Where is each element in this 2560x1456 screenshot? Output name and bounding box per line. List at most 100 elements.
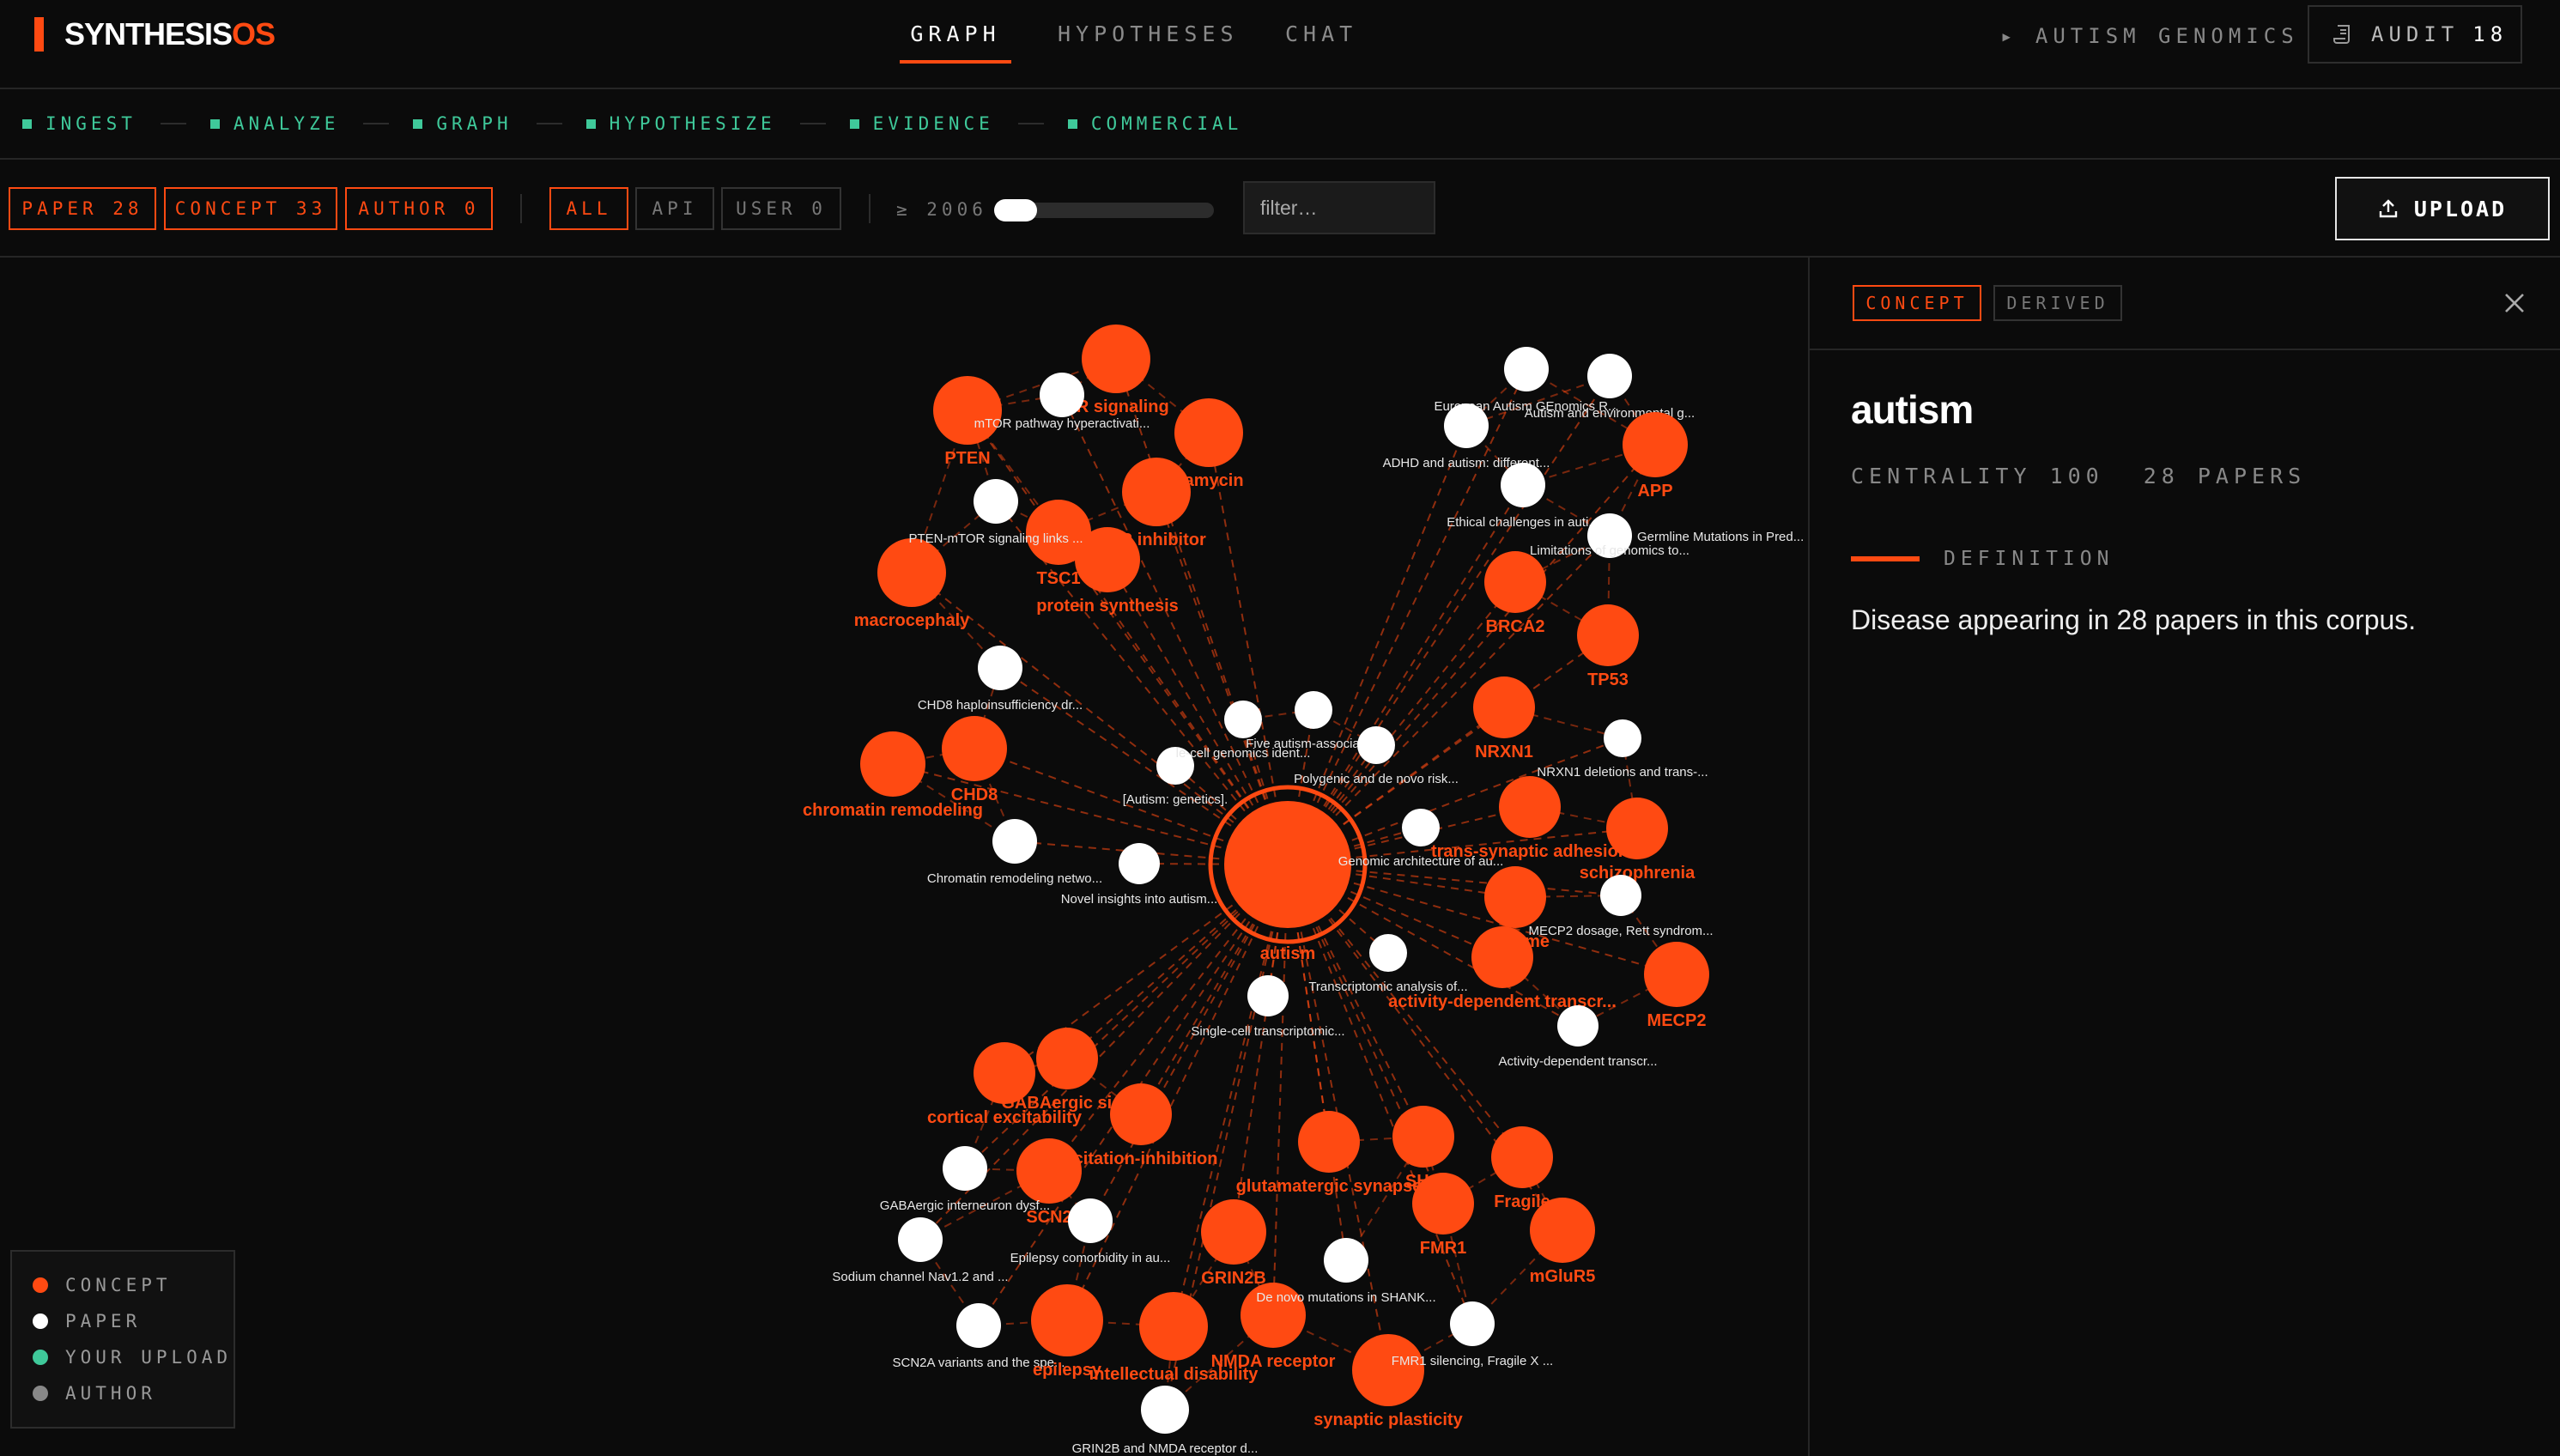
node-circle bbox=[1606, 798, 1668, 859]
graph-node-p_nrxn1[interactable]: NRXN1 deletions and trans-... bbox=[1537, 719, 1708, 780]
tab-graph[interactable]: GRAPH bbox=[900, 17, 1011, 64]
stage-evidence[interactable]: EVIDENCE bbox=[849, 113, 1068, 134]
node-label: CHD8 haploinsufficiency dr... bbox=[918, 698, 1083, 713]
graph-node-nrxn1[interactable]: NRXN1 bbox=[1473, 676, 1535, 761]
tag-derived[interactable]: DERIVED bbox=[1993, 285, 2122, 321]
node-label: [Autism: genetics]. bbox=[1123, 792, 1228, 807]
node-circle bbox=[1557, 1005, 1598, 1046]
graph-node-fmr1[interactable]: FMR1 bbox=[1412, 1173, 1474, 1258]
audit-button[interactable]: AUDIT 18 bbox=[2308, 5, 2522, 64]
tab-hypotheses[interactable]: HYPOTHESES bbox=[1058, 17, 1239, 64]
node-label: Ethical challenges in auti... bbox=[1447, 515, 1599, 530]
node-circle bbox=[1082, 325, 1150, 393]
node-circle bbox=[1587, 354, 1632, 398]
app-logo[interactable]: SYNTHESISOS bbox=[34, 16, 276, 52]
node-circle bbox=[1139, 1292, 1208, 1361]
graph-node-p_denovo[interactable]: De novo mutations in SHANK... bbox=[1256, 1238, 1436, 1305]
graph-node-p_actdep[interactable]: Activity-dependent transcr... bbox=[1498, 1005, 1658, 1069]
panel-meta: CENTRALITY 100 28 PAPERS bbox=[1851, 464, 2345, 488]
node-circle bbox=[943, 1146, 987, 1191]
filter-paper-chip[interactable]: PAPER 28 bbox=[9, 187, 156, 230]
graph-node-autism[interactable]: autism bbox=[1208, 785, 1368, 963]
tab-chat[interactable]: CHAT bbox=[1285, 17, 1357, 64]
graph-node-p_transc[interactable]: Transcriptomic analysis of... bbox=[1308, 934, 1468, 994]
graph-node-p_scn[interactable]: Sodium channel Nav1.2 and ... bbox=[832, 1217, 1009, 1284]
filter-concept-chip[interactable]: CONCEPT 33 bbox=[164, 187, 337, 230]
graph-node-mecp2[interactable]: MECP2 bbox=[1644, 942, 1709, 1030]
stage-connector bbox=[160, 123, 186, 124]
stage-analyze[interactable]: ANALYZE bbox=[209, 113, 414, 134]
graph-svg[interactable]: autismPTENOR signalingpamycinOR inhibito… bbox=[0, 258, 1808, 1456]
tag-concept[interactable]: CONCEPT bbox=[1853, 285, 1981, 321]
stage-indicator bbox=[413, 118, 423, 129]
graph-node-transsyn[interactable]: trans-synaptic adhesion bbox=[1431, 776, 1629, 861]
project-selector[interactable]: ▸ AUTISM GENOMICS bbox=[2000, 19, 2299, 53]
upload-button[interactable]: UPLOAD bbox=[2335, 177, 2550, 240]
node-label: APP bbox=[1637, 482, 1672, 500]
node-label: FMR1 silencing, Fragile X ... bbox=[1392, 1354, 1553, 1368]
node-circle bbox=[1484, 866, 1546, 928]
paper-count: 28 PAPERS bbox=[2143, 464, 2307, 488]
source-api-chip[interactable]: API bbox=[635, 187, 714, 230]
graph-node-schizo[interactable]: schizophrenia bbox=[1580, 798, 1696, 883]
graph-node-p_mecp2[interactable]: MECP2 dosage, Rett syndrom... bbox=[1528, 875, 1714, 938]
graph-node-glut[interactable]: glutamatergic synapse bbox=[1236, 1111, 1423, 1196]
node-circle bbox=[1295, 691, 1332, 729]
node-label: NRXN1 bbox=[1475, 743, 1533, 761]
node-circle bbox=[1604, 719, 1641, 757]
year-slider-handle[interactable] bbox=[994, 199, 1037, 221]
graph-node-p_grin[interactable]: GRIN2B and NMDA receptor d... bbox=[1072, 1386, 1259, 1456]
stage-hypothesize[interactable]: HYPOTHESIZE bbox=[585, 113, 850, 134]
graph-node-grin2b[interactable]: GRIN2B bbox=[1201, 1199, 1266, 1288]
node-circle bbox=[1577, 604, 1639, 666]
year-slider[interactable] bbox=[994, 199, 1214, 221]
panel-header: CONCEPT DERIVED bbox=[1810, 258, 2560, 350]
source-all-chip[interactable]: ALL bbox=[549, 187, 628, 230]
node-circle bbox=[1110, 1083, 1172, 1145]
close-icon[interactable] bbox=[2502, 290, 2527, 316]
graph-node-brca2[interactable]: BRCA2 bbox=[1484, 551, 1546, 636]
graph-node-tp53[interactable]: TP53 bbox=[1577, 604, 1639, 689]
stage-commercial[interactable]: COMMERCIAL bbox=[1067, 113, 1242, 134]
graph-node-fragile[interactable]: Fragile bbox=[1491, 1126, 1553, 1211]
node-circle bbox=[1444, 403, 1489, 448]
graph-node-app[interactable]: APP bbox=[1623, 412, 1688, 500]
node-circle bbox=[1369, 934, 1407, 972]
node-label: Transcriptomic analysis of... bbox=[1308, 980, 1467, 994]
legend-concept: CONCEPT bbox=[33, 1267, 234, 1303]
legend-upload: YOUR UPLOAD bbox=[33, 1339, 234, 1375]
stage-ingest[interactable]: INGEST bbox=[22, 113, 210, 134]
graph-edge bbox=[1287, 535, 1611, 865]
graph-node-p_ethic[interactable]: Ethical challenges in auti... bbox=[1447, 463, 1599, 530]
centrality-value: CENTRALITY 100 bbox=[1851, 464, 2104, 488]
filter-author-chip[interactable]: AUTHOR 0 bbox=[345, 187, 493, 230]
graph-node-p_envir[interactable]: Autism and environmental g... bbox=[1525, 354, 1695, 421]
node-circle bbox=[978, 646, 1022, 690]
source-user-chip[interactable]: USER 0 bbox=[721, 187, 841, 230]
node-circle bbox=[1224, 801, 1351, 928]
node-circle bbox=[1141, 1386, 1189, 1434]
graph-node-p_fmr1[interactable]: FMR1 silencing, Fragile X ... bbox=[1392, 1301, 1553, 1368]
filter-input[interactable] bbox=[1243, 181, 1435, 234]
graph-node-p_limit[interactable]: Limitations of genomics to... bbox=[1530, 543, 1689, 558]
node-label: GABAergic interneuron dysf... bbox=[880, 1198, 1050, 1213]
logo-mark bbox=[34, 17, 44, 52]
graph-node-synplast[interactable]: synaptic plasticity bbox=[1313, 1334, 1464, 1429]
node-circle bbox=[1224, 701, 1262, 738]
node-label: NRXN1 deletions and trans-... bbox=[1537, 765, 1708, 780]
graph-node-chd8[interactable]: CHD8 bbox=[942, 716, 1007, 804]
node-label: macrocephaly bbox=[854, 611, 970, 630]
node-label: Novel insights into autism... bbox=[1061, 892, 1218, 907]
graph-node-p_chrom[interactable]: Chromatin remodeling netwo... bbox=[927, 819, 1102, 886]
graph-node-macro[interactable]: macrocephaly bbox=[854, 538, 970, 630]
panel-title: autism bbox=[1851, 387, 1974, 432]
graph-node-mglur5[interactable]: mGluR5 bbox=[1530, 1198, 1596, 1286]
stage-graph[interactable]: GRAPH bbox=[413, 113, 585, 134]
graph-edge bbox=[1287, 375, 1611, 865]
stage-connector bbox=[363, 123, 390, 124]
stage-connector bbox=[799, 123, 826, 124]
graph-node-p_chd8[interactable]: CHD8 haploinsufficiency dr... bbox=[918, 646, 1083, 713]
knowledge-graph-canvas[interactable]: autism PTEN OR signaling pamycin OR inhibito… bbox=[0, 258, 1808, 1456]
node-circle bbox=[1352, 1334, 1424, 1406]
graph-node-p_poly[interactable]: Polygenic and de novo risk... bbox=[1294, 726, 1459, 786]
